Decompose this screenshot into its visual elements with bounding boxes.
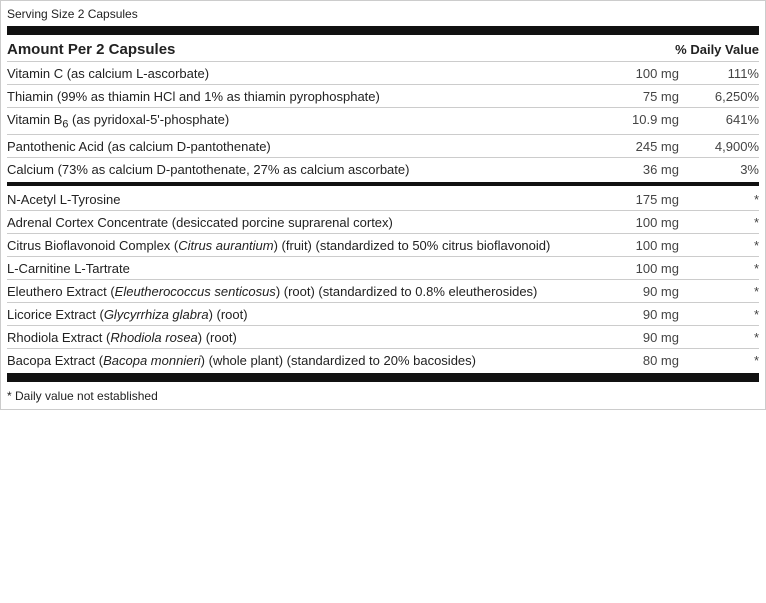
nutrient-name: Eleuthero Extract (Eleutherococcus senti… xyxy=(7,284,629,299)
table-row: Pantothenic Acid (as calcium D-pantothen… xyxy=(7,135,759,157)
nutrient-dv: * xyxy=(699,215,759,230)
nutrient-amount: 36 mg xyxy=(629,162,699,177)
nutrient-amount: 90 mg xyxy=(629,330,699,345)
nutrient-amount: 90 mg xyxy=(629,284,699,299)
nutrient-name: Bacopa Extract (Bacopa monnieri) (whole … xyxy=(7,353,629,368)
nutrient-name: Pantothenic Acid (as calcium D-pantothen… xyxy=(7,139,629,154)
thick-divider-top xyxy=(7,26,759,35)
nutrient-name: Rhodiola Extract (Rhodiola rosea) (root) xyxy=(7,330,629,345)
nutrient-dv: * xyxy=(699,192,759,207)
nutrient-amount: 75 mg xyxy=(629,89,699,104)
table-row: Vitamin C (as calcium L-ascorbate) 100 m… xyxy=(7,62,759,84)
table-row: Bacopa Extract (Bacopa monnieri) (whole … xyxy=(7,349,759,371)
nutrient-name: Vitamin B6 (as pyridoxal-5'-phosphate) xyxy=(7,112,629,131)
nutrient-amount: 10.9 mg xyxy=(629,112,699,127)
nutrient-dv: * xyxy=(699,284,759,299)
nutrient-name: L-Carnitine L-Tartrate xyxy=(7,261,629,276)
nutrient-dv: * xyxy=(699,307,759,322)
table-row: N-Acetyl L-Tyrosine 175 mg * xyxy=(7,188,759,210)
nutrient-amount: 100 mg xyxy=(629,66,699,81)
amount-per-label: Amount Per 2 Capsules xyxy=(7,41,175,58)
nutrient-name: Vitamin C (as calcium L-ascorbate) xyxy=(7,66,629,81)
nutrients-group1: Vitamin C (as calcium L-ascorbate) 100 m… xyxy=(7,62,759,180)
table-row: Calcium (73% as calcium D-pantothenate, … xyxy=(7,158,759,180)
nutrient-amount: 80 mg xyxy=(629,353,699,368)
nutrient-name: Citrus Bioflavonoid Complex (Citrus aura… xyxy=(7,238,629,253)
nutrient-dv: 3% xyxy=(699,162,759,177)
nutrient-dv: 111% xyxy=(699,66,759,81)
nutrient-name: Licorice Extract (Glycyrrhiza glabra) (r… xyxy=(7,307,629,322)
amount-per-row: Amount Per 2 Capsules % Daily Value xyxy=(7,37,759,61)
nutrient-dv: * xyxy=(699,330,759,345)
nutrient-name: Adrenal Cortex Concentrate (desiccated p… xyxy=(7,215,629,230)
table-row: Licorice Extract (Glycyrrhiza glabra) (r… xyxy=(7,303,759,325)
nutrient-dv: * xyxy=(699,238,759,253)
nutrient-dv: * xyxy=(699,353,759,368)
nutrient-amount: 175 mg xyxy=(629,192,699,207)
table-row: Citrus Bioflavonoid Complex (Citrus aura… xyxy=(7,234,759,256)
footnote: * Daily value not established xyxy=(7,384,759,403)
daily-value-label: % Daily Value xyxy=(675,42,759,57)
thick-divider-bottom xyxy=(7,373,759,382)
nutrients-group2: N-Acetyl L-Tyrosine 175 mg * Adrenal Cor… xyxy=(7,188,759,371)
medium-divider xyxy=(7,182,759,186)
table-row: L-Carnitine L-Tartrate 100 mg * xyxy=(7,257,759,279)
table-row: Rhodiola Extract (Rhodiola rosea) (root)… xyxy=(7,326,759,348)
table-row: Eleuthero Extract (Eleutherococcus senti… xyxy=(7,280,759,302)
nutrient-dv: 4,900% xyxy=(699,139,759,154)
serving-size: Serving Size 2 Capsules xyxy=(7,5,759,24)
nutrient-amount: 245 mg xyxy=(629,139,699,154)
nutrient-amount: 90 mg xyxy=(629,307,699,322)
nutrition-label: Serving Size 2 Capsules Amount Per 2 Cap… xyxy=(0,0,766,410)
nutrient-name: N-Acetyl L-Tyrosine xyxy=(7,192,629,207)
table-row: Vitamin B6 (as pyridoxal-5'-phosphate) 1… xyxy=(7,108,759,134)
nutrient-dv: * xyxy=(699,261,759,276)
nutrient-amount: 100 mg xyxy=(629,215,699,230)
table-row: Thiamin (99% as thiamin HCl and 1% as th… xyxy=(7,85,759,107)
nutrient-amount: 100 mg xyxy=(629,261,699,276)
table-row: Adrenal Cortex Concentrate (desiccated p… xyxy=(7,211,759,233)
nutrient-name: Thiamin (99% as thiamin HCl and 1% as th… xyxy=(7,89,629,104)
nutrient-amount: 100 mg xyxy=(629,238,699,253)
nutrient-name: Calcium (73% as calcium D-pantothenate, … xyxy=(7,162,629,177)
nutrient-dv: 6,250% xyxy=(699,89,759,104)
nutrient-dv: 641% xyxy=(699,112,759,127)
